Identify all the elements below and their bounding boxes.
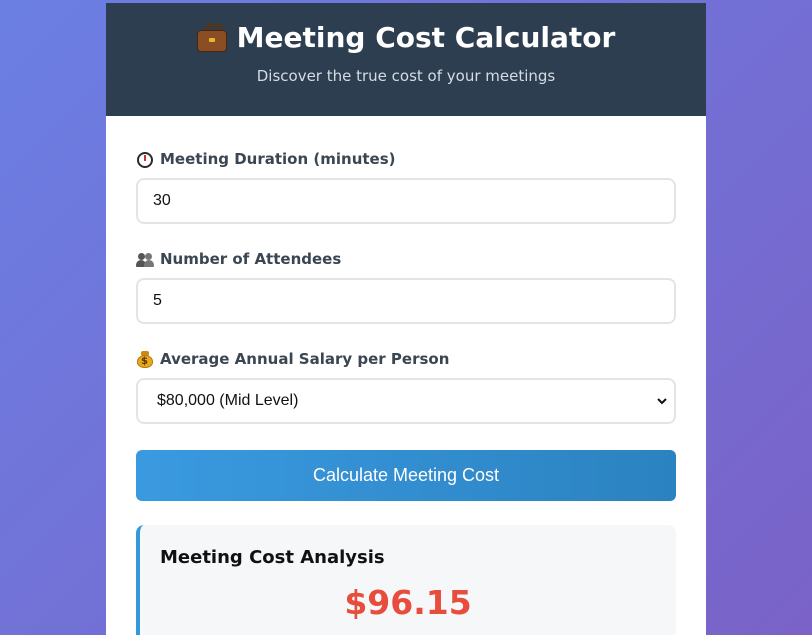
attendees-label: Number of Attendees xyxy=(136,250,341,268)
briefcase-icon xyxy=(196,23,227,53)
calculate-button[interactable]: Calculate Meeting Cost xyxy=(136,450,676,501)
duration-label-text: Meeting Duration (minutes) xyxy=(160,150,396,168)
calculate-button-label: Calculate Meeting Cost xyxy=(312,465,500,485)
salary-select[interactable]: $80,000 (Mid Level) xyxy=(136,378,676,424)
money-bag-icon: $ xyxy=(136,350,154,368)
salary-selected-value: $80,000 (Mid Level) xyxy=(157,392,299,409)
page-subtitle: Discover the true cost of your meetings xyxy=(256,67,556,85)
duration-input[interactable]: 30 xyxy=(136,178,676,224)
page-title: Meeting Cost Calculator xyxy=(236,21,616,54)
result-amount: $96.15 xyxy=(344,583,472,622)
header: Meeting Cost Calculator Discover the tru… xyxy=(106,3,706,116)
salary-label: $ Average Annual Salary per Person xyxy=(136,350,449,368)
stopwatch-icon xyxy=(136,150,154,168)
attendees-value: 5 xyxy=(153,292,162,309)
chevron-down-icon xyxy=(657,398,667,405)
duration-value: 30 xyxy=(153,192,171,209)
title-row: Meeting Cost Calculator xyxy=(106,21,706,54)
attendees-label-text: Number of Attendees xyxy=(160,250,342,268)
people-icon xyxy=(136,250,154,268)
result-panel: Meeting Cost Analysis $96.15 xyxy=(136,525,676,635)
attendees-input[interactable]: 5 xyxy=(136,278,676,324)
salary-label-text: Average Annual Salary per Person xyxy=(160,350,450,368)
calculator-card: Meeting Cost Calculator Discover the tru… xyxy=(106,3,706,635)
duration-label: Meeting Duration (minutes) xyxy=(136,150,396,168)
result-title: Meeting Cost Analysis xyxy=(160,547,385,568)
